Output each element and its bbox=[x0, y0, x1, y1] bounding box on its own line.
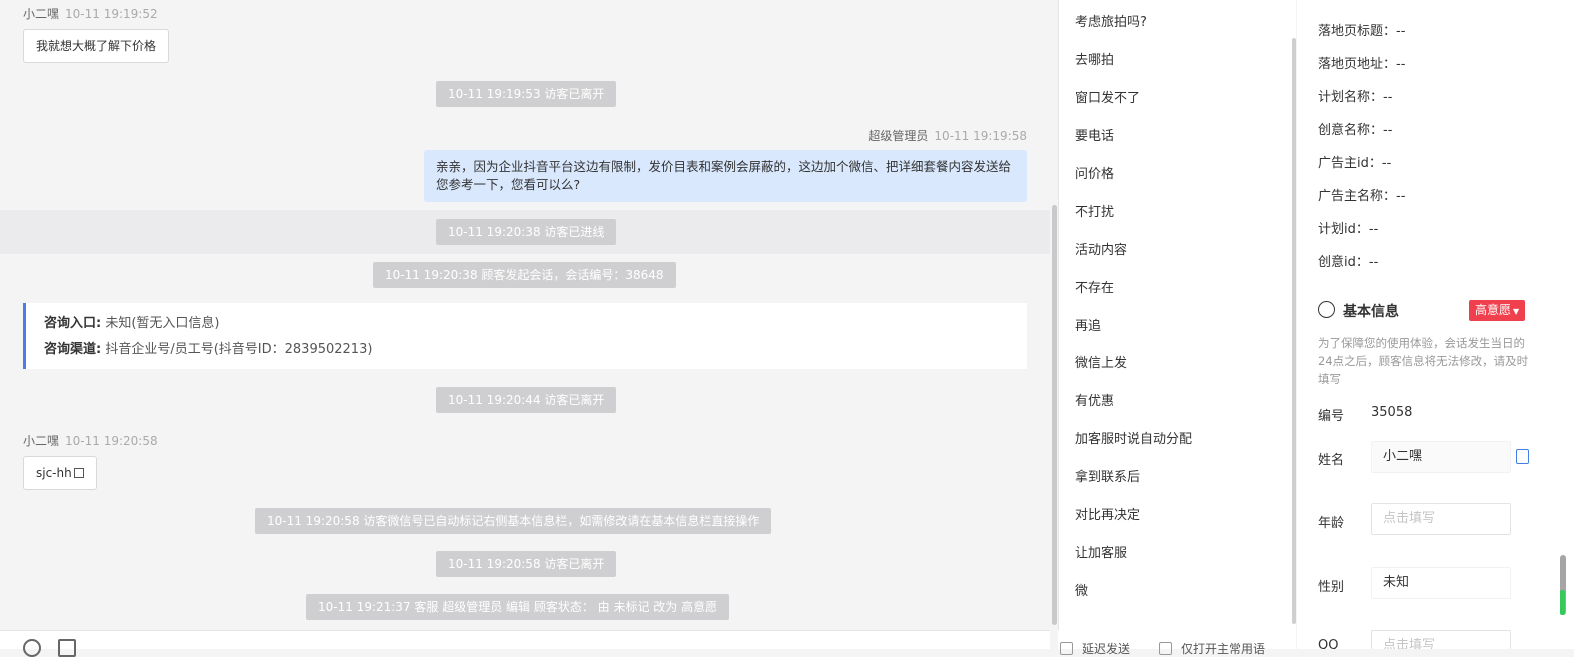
quick-reply-item[interactable]: 加客服时说自动分配 bbox=[1075, 428, 1192, 447]
ad-creative-name: 创意名称：-- bbox=[1318, 119, 1392, 138]
ad-landing-url: 落地页地址：-- bbox=[1318, 53, 1405, 72]
quick-reply-item[interactable]: 不打扰 bbox=[1075, 201, 1114, 220]
status-indicator bbox=[1560, 590, 1565, 615]
intent-status-dropdown[interactable]: 高意愿 ▼ bbox=[1469, 300, 1526, 321]
chevron-down-icon: ▼ bbox=[1513, 307, 1520, 316]
consult-channel-label: 咨询渠道: bbox=[44, 342, 102, 357]
quick-reply-item[interactable]: 去哪拍 bbox=[1075, 49, 1114, 68]
quick-reply-item[interactable]: 让加客服 bbox=[1075, 542, 1127, 561]
consult-channel-value: 抖音企业号/员工号(抖音号ID：2839502213) bbox=[105, 342, 373, 357]
message-time: 10-11 19:20:58 bbox=[65, 434, 158, 448]
quick-reply-item[interactable]: 微信上发 bbox=[1075, 352, 1127, 371]
message-sender: 小二嘿 10-11 19:19:52 bbox=[23, 5, 158, 22]
image-icon[interactable] bbox=[58, 639, 76, 657]
customer-info-panel: 落地页标题：-- 落地页地址：-- 计划名称：-- 创意名称：-- 广告主id：… bbox=[1297, 0, 1574, 649]
customer-id-value: 35058 bbox=[1371, 405, 1413, 420]
message-time: 10-11 19:19:52 bbox=[65, 7, 158, 21]
field-label: 计划id： bbox=[1318, 222, 1369, 237]
field-value: -- bbox=[1396, 189, 1406, 204]
chat-input-toolbar bbox=[0, 630, 1050, 657]
chat-scrollbar[interactable] bbox=[1052, 205, 1057, 625]
quick-reply-panel: 考虑旅拍吗? 去哪拍 窗口发不了 要电话 问价格 不打扰 活动内容 不存在 再追… bbox=[1058, 0, 1296, 630]
ad-landing-title: 落地页标题：-- bbox=[1318, 20, 1405, 39]
sender-name: 小二嘿 bbox=[23, 7, 60, 21]
user-icon bbox=[1318, 301, 1335, 318]
quick-reply-scrollbar[interactable] bbox=[1292, 38, 1296, 624]
age-label: 年龄 bbox=[1318, 516, 1345, 531]
field-value: -- bbox=[1381, 156, 1392, 171]
field-value: -- bbox=[1368, 255, 1379, 270]
message-sender: 小二嘿 10-11 19:20:58 bbox=[23, 432, 158, 449]
system-message: 10-11 19:20:38 顾客发起会话，会话编号：38648 bbox=[373, 262, 676, 288]
consult-entry-label: 咨询入口: bbox=[44, 316, 102, 331]
system-message: 10-11 19:21:37 客服 超级管理员 编辑 顾客状态： 由 未标记 改… bbox=[306, 594, 730, 620]
message-time: 10-11 19:19:58 bbox=[934, 129, 1027, 143]
quick-reply-item[interactable]: 活动内容 bbox=[1075, 239, 1127, 258]
copy-icon[interactable] bbox=[1516, 449, 1529, 464]
basic-info-title: 基本信息 bbox=[1343, 304, 1399, 320]
system-message: 10-11 19:20:58 访客微信号已自动标记右侧基本信息栏，如需修改请在基… bbox=[255, 508, 772, 534]
emoji-icon[interactable] bbox=[23, 639, 41, 657]
qq-label: QQ bbox=[1318, 638, 1339, 649]
field-label: 创意名称： bbox=[1318, 123, 1384, 138]
qq-field[interactable]: 点击填写 bbox=[1371, 630, 1511, 649]
name-field[interactable]: 小二嘿 bbox=[1371, 441, 1511, 473]
quick-reply-item[interactable]: 再追 bbox=[1075, 315, 1101, 334]
gender-select[interactable]: 未知 bbox=[1371, 567, 1511, 599]
quick-reply-options: 延迟发送 仅打开主常用语 bbox=[1058, 630, 1296, 656]
ad-advertiser-name: 广告主名称：-- bbox=[1318, 185, 1405, 204]
message-text: sjc-hh bbox=[36, 466, 72, 480]
quick-reply-item[interactable]: 对比再决定 bbox=[1075, 504, 1140, 523]
system-message: 10-11 19:20:44 访客已离开 bbox=[436, 387, 617, 413]
field-value: -- bbox=[1383, 90, 1393, 105]
field-label: 计划名称： bbox=[1318, 90, 1384, 105]
customer-id-label: 编号 bbox=[1318, 409, 1345, 424]
intent-status-label: 高意愿 bbox=[1475, 303, 1512, 317]
agent-sender: 超级管理员 10-11 19:19:58 bbox=[868, 127, 1027, 144]
quick-reply-item[interactable]: 问价格 bbox=[1075, 163, 1114, 182]
system-message: 10-11 19:20:58 访客已离开 bbox=[436, 551, 617, 577]
gender-label: 性别 bbox=[1318, 580, 1345, 595]
field-label: 创意id： bbox=[1318, 255, 1369, 270]
consult-channel-row: 咨询渠道: 抖音企业号/员工号(抖音号ID：2839502213) bbox=[44, 337, 1009, 363]
quick-reply-item[interactable]: 拿到联系后 bbox=[1075, 466, 1140, 485]
system-message: 10-11 19:20:38 访客已进线 bbox=[436, 219, 617, 245]
field-label: 落地页地址： bbox=[1318, 57, 1397, 72]
quick-reply-item[interactable]: 微 bbox=[1075, 580, 1088, 599]
ad-creative-id: 创意id：-- bbox=[1318, 251, 1378, 270]
edit-deadline-note: 为了保障您的使用体验，会话发生当日的24点之后，顾客信息将无法修改，请及时填写 bbox=[1318, 336, 1529, 386]
visitor-message[interactable]: sjc-hh bbox=[23, 456, 97, 490]
chat-panel: 小二嘿 10-11 19:19:52 我就想大概了解下价格 10-11 19:19… bbox=[0, 0, 1050, 630]
field-label: 落地页标题： bbox=[1318, 24, 1397, 39]
agent-message: 亲亲，因为企业抖音平台这边有限制，发价目表和案例会屏蔽的，这边加个微信、把详细套… bbox=[424, 150, 1027, 202]
age-field[interactable]: 点击填写 bbox=[1371, 503, 1511, 535]
quick-reply-item[interactable]: 考虑旅拍吗? bbox=[1075, 11, 1147, 30]
copy-icon[interactable] bbox=[73, 468, 84, 478]
system-message: 10-11 19:19:53 访客已离开 bbox=[436, 81, 617, 107]
name-label: 姓名 bbox=[1318, 453, 1345, 468]
field-value: -- bbox=[1383, 123, 1393, 138]
consult-entry-row: 咨询入口: 未知(暂无入口信息) bbox=[44, 311, 1009, 337]
field-label: 广告主id： bbox=[1318, 156, 1382, 171]
quick-reply-item[interactable]: 要电话 bbox=[1075, 125, 1114, 144]
quick-reply-item[interactable]: 不存在 bbox=[1075, 277, 1114, 296]
field-label: 广告主名称： bbox=[1318, 189, 1397, 204]
agent-name: 超级管理员 bbox=[868, 129, 929, 143]
field-value: -- bbox=[1368, 222, 1379, 237]
quick-reply-item[interactable]: 窗口发不了 bbox=[1075, 87, 1140, 106]
field-value: -- bbox=[1396, 24, 1406, 39]
ad-plan-id: 计划id：-- bbox=[1318, 218, 1378, 237]
sender-name: 小二嘿 bbox=[23, 434, 60, 448]
consult-entry-value: 未知(暂无入口信息) bbox=[105, 316, 220, 331]
quick-reply-item[interactable]: 有优惠 bbox=[1075, 390, 1114, 409]
consult-info-card: 咨询入口: 未知(暂无入口信息) 咨询渠道: 抖音企业号/员工号(抖音号ID：2… bbox=[23, 303, 1027, 369]
ad-plan-name: 计划名称：-- bbox=[1318, 86, 1392, 105]
ad-advertiser-id: 广告主id：-- bbox=[1318, 152, 1391, 171]
field-value: -- bbox=[1396, 57, 1406, 72]
visitor-message: 我就想大概了解下价格 bbox=[23, 29, 170, 63]
